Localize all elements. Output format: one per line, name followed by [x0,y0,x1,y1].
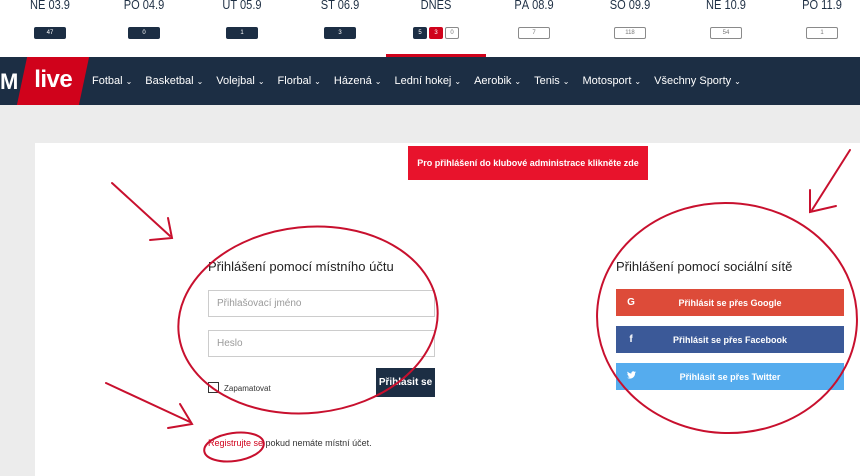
date-tab[interactable]: ÚT 05.9 1 [192,0,292,57]
date-tab-today[interactable]: DNES 5 3 0 [386,0,486,57]
facebook-icon: f [629,334,633,345]
live-count-badge: 3 [429,27,443,39]
nav-item-label: Volejbal [216,75,255,87]
twitter-icon [616,371,646,382]
facebook-login-button[interactable]: f Přihlásit se přes Facebook [616,326,844,353]
nav-item-hazena[interactable]: Házená ⌄ [334,75,382,87]
google-icon: G [627,297,635,308]
chevron-down-icon: ⌄ [196,76,204,86]
login-button[interactable]: Přihlásit se [376,368,435,397]
date-label: ST 06.9 [320,0,360,12]
match-count-badge: 5 [413,27,427,39]
chevron-down-icon: ⌄ [374,76,382,86]
nav-item-aerobik[interactable]: Aerobik ⌄ [474,75,521,87]
date-label: ÚT 05.9 [222,0,262,12]
match-count-badge: 118 [614,27,646,39]
twitter-login-button[interactable]: Přihlásit se přes Twitter [616,363,844,390]
date-tab[interactable]: PO 04.9 0 [94,0,194,57]
match-count-badge: 0 [128,27,160,39]
nav-item-label: Florbal [277,75,312,87]
facebook-login-label: Přihlásit se přes Facebook [672,334,788,345]
nav-item-label: Fotbal [92,75,123,87]
nav-item-label: Motosport [582,75,632,87]
sport-menu: Fotbal ⌄ Basketbal ⌄ Volejbal ⌄ Florbal ⌄ Há… [92,57,754,105]
finished-count-badge: 0 [445,27,459,39]
date-tab[interactable]: ST 06.9 3 [290,0,390,57]
register-suffix: pokud nemáte místní účet. [263,438,372,448]
chevron-down-icon: ⌄ [734,76,741,86]
nav-item-label: Házená [333,75,372,87]
match-count-badge: 3 [324,27,356,39]
match-count-badge: 7 [518,27,550,39]
nav-item-florbal[interactable]: Florbal ⌄ [278,75,321,87]
twitter-login-label: Přihlásit se přes Twitter [679,371,781,382]
chevron-down-icon: ⌄ [125,76,133,86]
nav-item-vsechny-sporty[interactable]: Všechny Sporty ⌄ [654,75,741,87]
live-logo[interactable]: live [16,57,90,105]
chevron-down-icon: ⌄ [562,76,570,86]
remember-label: Zapamatovat [224,384,271,393]
date-label: NE 03.9 [30,0,70,12]
match-count-badge: 47 [34,27,66,39]
nav-item-label: Aerobik [474,75,512,87]
date-label: DNES [420,0,452,12]
chevron-down-icon: ⌄ [634,76,642,86]
match-count-badge: 54 [710,27,742,39]
nav-item-basketbal[interactable]: Basketbal ⌄ [145,75,203,87]
nav-item-fotbal[interactable]: Fotbal ⌄ [92,75,132,87]
main-nav: M live Fotbal ⌄ Basketbal ⌄ Volejbal ⌄ Flor… [0,57,860,105]
remember-checkbox[interactable] [208,382,219,393]
date-label: SO 09.9 [609,0,651,12]
password-input[interactable] [208,330,435,357]
logo-text: live [34,66,73,93]
date-label: PO 04.9 [123,0,165,12]
chevron-down-icon: ⌄ [314,76,321,86]
chevron-down-icon: ⌄ [454,76,462,86]
date-label: PÁ 08.9 [514,0,554,12]
club-admin-button[interactable]: Pro přihlášení do klubové administrace k… [408,146,648,180]
nav-item-tenis[interactable]: Tenis ⌄ [534,75,569,87]
chevron-down-icon: ⌄ [514,76,522,86]
date-label: PO 11.9 [802,0,842,12]
nav-item-volejbal[interactable]: Volejbal ⌄ [216,75,264,87]
google-login-button[interactable]: G Přihlásit se přes Google [616,289,844,316]
date-tab[interactable]: NE 03.9 47 [0,0,100,57]
date-tab[interactable]: PÁ 08.9 7 [484,0,584,57]
date-tab[interactable]: PO 11.9 1 [772,0,860,57]
username-input[interactable] [208,290,435,317]
chevron-down-icon: ⌄ [257,76,265,86]
date-tab[interactable]: SO 09.9 118 [580,0,680,57]
date-strip: NE 03.9 47 PO 04.9 0 ÚT 05.9 1 ST 06.9 3 DNE… [0,0,860,57]
match-count-badge: 1 [806,27,838,39]
local-login-title: Přihlášení pomocí místního účtu [208,259,394,274]
nav-item-label: Všechny Sporty [654,75,732,87]
google-login-label: Přihlásit se přes Google [678,297,782,308]
social-login-title: Přihlášení pomocí sociální sítě [616,259,793,274]
nav-item-ledni-hokej[interactable]: Lední hokej ⌄ [395,75,462,87]
nav-item-label: Basketbal [145,75,194,87]
nav-item-motosport[interactable]: Motosport ⌄ [582,75,641,87]
date-tab[interactable]: NE 10.9 54 [676,0,776,57]
match-count-badge: 1 [226,27,258,39]
date-label: NE 10.9 [706,0,746,12]
register-row: Registrujte se pokud nemáte místní účet. [208,438,372,448]
brand-letter: M [0,69,19,94]
register-link[interactable]: Registrujte se [208,438,263,448]
nav-item-label: Lední hokej [394,75,452,87]
nav-item-label: Tenis [534,75,560,87]
